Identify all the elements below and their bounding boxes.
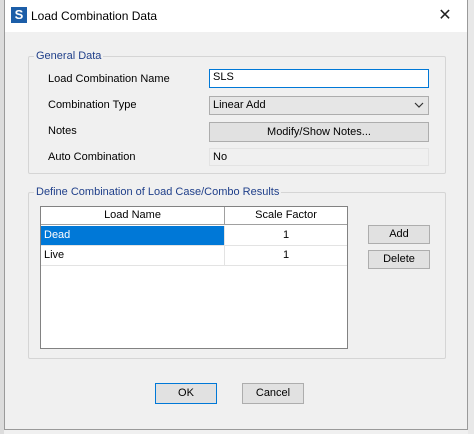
close-button[interactable]: ✕: [423, 0, 467, 32]
row-divider: [41, 265, 347, 266]
combination-type-label: Combination Type: [48, 99, 137, 111]
column-header-load-name[interactable]: Load Name: [41, 207, 224, 224]
chevron-down-icon: [414, 98, 424, 118]
window-title: Load Combination Data: [31, 9, 158, 23]
combination-name-field[interactable]: SLS: [209, 69, 429, 88]
row-scale-factor[interactable]: 1: [225, 226, 347, 245]
background-right: [468, 0, 474, 434]
close-icon: ✕: [438, 7, 452, 24]
row-load-name[interactable]: Dead: [41, 226, 224, 245]
modify-show-notes-button[interactable]: Modify/Show Notes...: [209, 122, 429, 142]
grid-header: Load Name Scale Factor: [41, 207, 347, 225]
row-scale-factor[interactable]: 1: [225, 246, 347, 265]
auto-combination-value: No: [209, 148, 429, 166]
combination-type-select[interactable]: Linear Add: [209, 96, 429, 115]
combination-type-value: Linear Add: [213, 99, 266, 111]
load-grid[interactable]: Load Name Scale Factor Dead 1 Live 1: [40, 206, 348, 349]
define-combination-legend: Define Combination of Load Case/Combo Re…: [34, 186, 282, 199]
general-data-legend: General Data: [34, 50, 104, 63]
notes-label: Notes: [48, 125, 77, 137]
table-row[interactable]: Dead 1: [41, 226, 347, 245]
combination-name-label: Load Combination Name: [48, 73, 170, 85]
column-header-scale-factor[interactable]: Scale Factor: [225, 207, 347, 224]
dialog-window: S Load Combination Data ✕ General Data L…: [4, 0, 468, 430]
app-logo-icon: S: [11, 7, 27, 23]
table-row[interactable]: Live 1: [41, 246, 347, 265]
title-bar: S Load Combination Data ✕: [5, 0, 467, 32]
row-load-name[interactable]: Live: [41, 246, 224, 265]
cancel-button[interactable]: Cancel: [242, 383, 304, 404]
delete-button[interactable]: Delete: [368, 250, 430, 269]
add-button[interactable]: Add: [368, 225, 430, 244]
ok-button[interactable]: OK: [155, 383, 217, 404]
auto-combination-label: Auto Combination: [48, 151, 136, 163]
